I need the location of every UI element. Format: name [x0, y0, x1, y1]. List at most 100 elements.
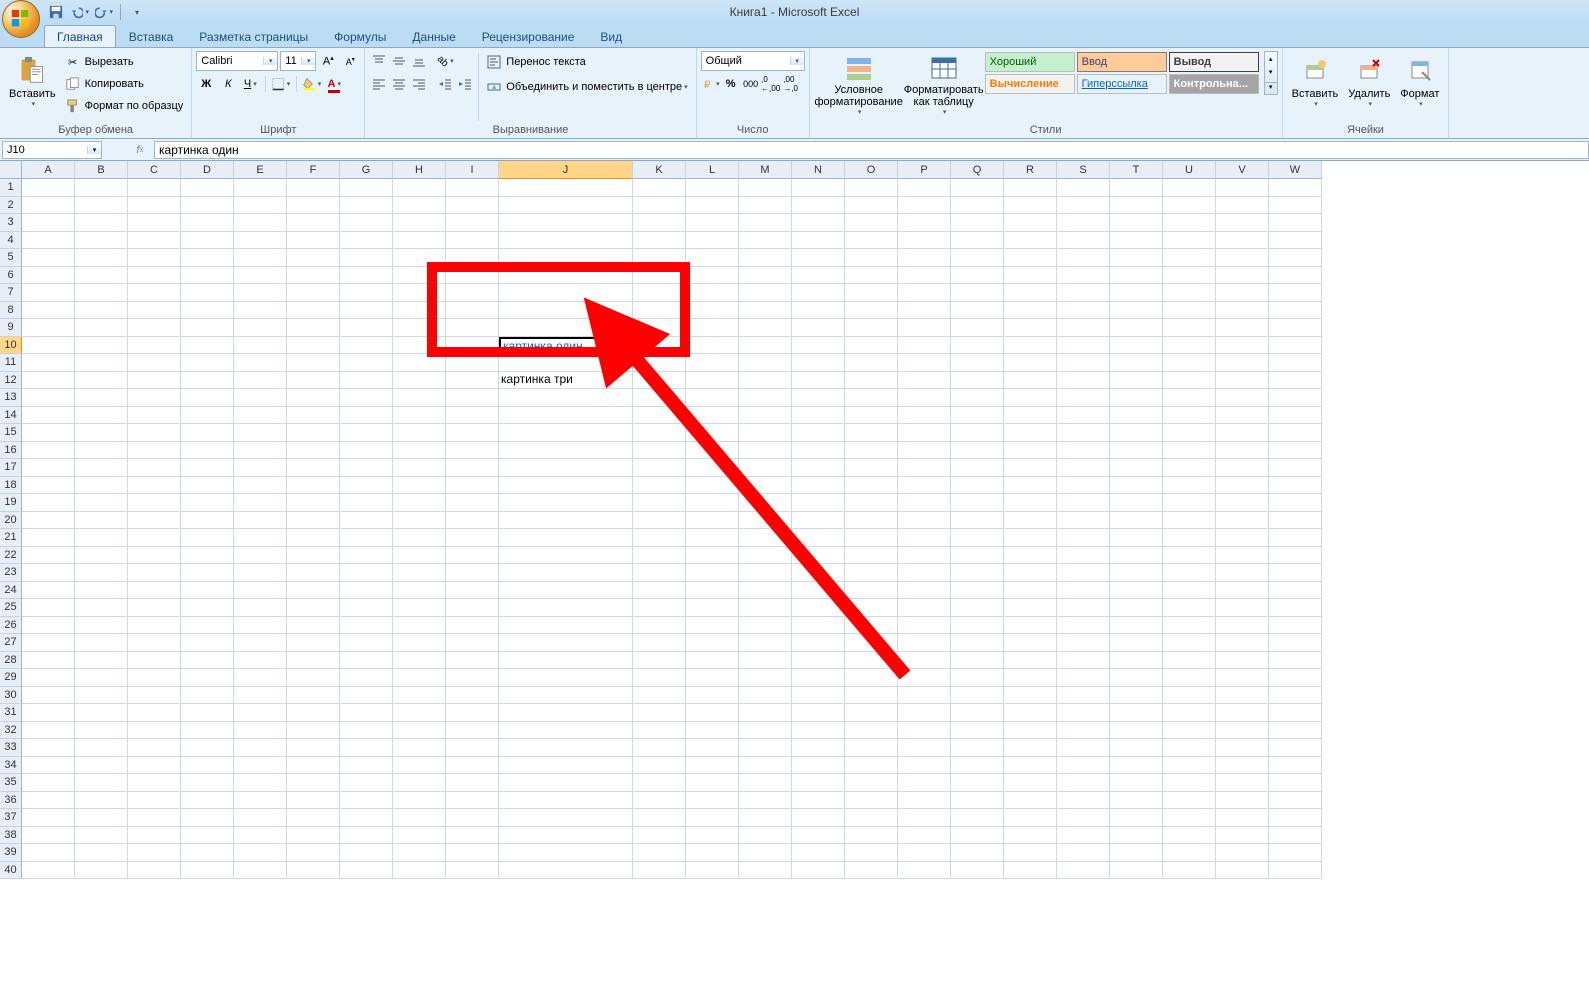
- cell-U23[interactable]: [1163, 564, 1216, 582]
- cell-R38[interactable]: [1004, 827, 1057, 845]
- cell-D8[interactable]: [181, 302, 234, 320]
- cell-P3[interactable]: [898, 214, 951, 232]
- cell-W30[interactable]: [1269, 687, 1322, 705]
- col-header-L[interactable]: L: [686, 161, 739, 179]
- cell-J29[interactable]: [499, 669, 633, 687]
- cell-S30[interactable]: [1057, 687, 1110, 705]
- cell-Q28[interactable]: [951, 652, 1004, 670]
- row-header-5[interactable]: 5: [0, 249, 22, 267]
- cell-Q29[interactable]: [951, 669, 1004, 687]
- cell-Q3[interactable]: [951, 214, 1004, 232]
- cell-A1[interactable]: [22, 179, 75, 197]
- cell-S22[interactable]: [1057, 547, 1110, 565]
- cell-W31[interactable]: [1269, 704, 1322, 722]
- cell-T15[interactable]: [1110, 424, 1163, 442]
- cell-A2[interactable]: [22, 197, 75, 215]
- cell-I22[interactable]: [446, 547, 499, 565]
- italic-button[interactable]: К: [218, 74, 238, 94]
- cell-B19[interactable]: [75, 494, 128, 512]
- cell-I14[interactable]: [446, 407, 499, 425]
- cell-S1[interactable]: [1057, 179, 1110, 197]
- cell-E21[interactable]: [234, 529, 287, 547]
- cell-T3[interactable]: [1110, 214, 1163, 232]
- cell-D15[interactable]: [181, 424, 234, 442]
- cell-L6[interactable]: [686, 267, 739, 285]
- cell-O1[interactable]: [845, 179, 898, 197]
- cell-G29[interactable]: [340, 669, 393, 687]
- cell-B11[interactable]: [75, 354, 128, 372]
- currency-button[interactable]: ₽▾: [701, 74, 721, 94]
- cell-W6[interactable]: [1269, 267, 1322, 285]
- cell-B26[interactable]: [75, 617, 128, 635]
- cell-Q31[interactable]: [951, 704, 1004, 722]
- cell-G2[interactable]: [340, 197, 393, 215]
- cell-T37[interactable]: [1110, 809, 1163, 827]
- cell-N5[interactable]: [792, 249, 845, 267]
- cell-C29[interactable]: [128, 669, 181, 687]
- cell-T13[interactable]: [1110, 389, 1163, 407]
- cell-E8[interactable]: [234, 302, 287, 320]
- cell-O32[interactable]: [845, 722, 898, 740]
- format-painter-button[interactable]: Формат по образцу: [61, 95, 188, 117]
- row-header-8[interactable]: 8: [0, 302, 22, 320]
- cell-L26[interactable]: [686, 617, 739, 635]
- cell-U25[interactable]: [1163, 599, 1216, 617]
- cell-F9[interactable]: [287, 319, 340, 337]
- cell-E19[interactable]: [234, 494, 287, 512]
- cell-S24[interactable]: [1057, 582, 1110, 600]
- name-box[interactable]: J10▾: [2, 141, 102, 159]
- cell-P23[interactable]: [898, 564, 951, 582]
- cell-T8[interactable]: [1110, 302, 1163, 320]
- cell-D30[interactable]: [181, 687, 234, 705]
- fill-color-button[interactable]: ▾: [302, 74, 322, 94]
- cell-E16[interactable]: [234, 442, 287, 460]
- cell-K33[interactable]: [633, 739, 686, 757]
- cell-E2[interactable]: [234, 197, 287, 215]
- cell-L23[interactable]: [686, 564, 739, 582]
- cell-V18[interactable]: [1216, 477, 1269, 495]
- cell-D22[interactable]: [181, 547, 234, 565]
- cell-A5[interactable]: [22, 249, 75, 267]
- cell-W12[interactable]: [1269, 372, 1322, 390]
- cell-N3[interactable]: [792, 214, 845, 232]
- cell-B31[interactable]: [75, 704, 128, 722]
- cell-O31[interactable]: [845, 704, 898, 722]
- cell-U6[interactable]: [1163, 267, 1216, 285]
- cell-J24[interactable]: [499, 582, 633, 600]
- cell-R21[interactable]: [1004, 529, 1057, 547]
- cell-W3[interactable]: [1269, 214, 1322, 232]
- cell-H21[interactable]: [393, 529, 446, 547]
- cell-H10[interactable]: [393, 337, 446, 355]
- cell-Q34[interactable]: [951, 757, 1004, 775]
- cell-F15[interactable]: [287, 424, 340, 442]
- cell-V19[interactable]: [1216, 494, 1269, 512]
- cell-J20[interactable]: [499, 512, 633, 530]
- cell-D4[interactable]: [181, 232, 234, 250]
- cell-C35[interactable]: [128, 774, 181, 792]
- cell-S3[interactable]: [1057, 214, 1110, 232]
- cell-R17[interactable]: [1004, 459, 1057, 477]
- cell-E37[interactable]: [234, 809, 287, 827]
- cell-L39[interactable]: [686, 844, 739, 862]
- cell-F40[interactable]: [287, 862, 340, 880]
- cell-Q8[interactable]: [951, 302, 1004, 320]
- cell-V15[interactable]: [1216, 424, 1269, 442]
- cell-S28[interactable]: [1057, 652, 1110, 670]
- align-middle-button[interactable]: [389, 51, 409, 71]
- cell-W8[interactable]: [1269, 302, 1322, 320]
- cell-I13[interactable]: [446, 389, 499, 407]
- cell-P40[interactable]: [898, 862, 951, 880]
- cell-T11[interactable]: [1110, 354, 1163, 372]
- cell-V14[interactable]: [1216, 407, 1269, 425]
- cell-N21[interactable]: [792, 529, 845, 547]
- cell-I27[interactable]: [446, 634, 499, 652]
- cell-H17[interactable]: [393, 459, 446, 477]
- cell-U37[interactable]: [1163, 809, 1216, 827]
- cell-H16[interactable]: [393, 442, 446, 460]
- row-header-18[interactable]: 18: [0, 477, 22, 495]
- cell-V30[interactable]: [1216, 687, 1269, 705]
- cell-K39[interactable]: [633, 844, 686, 862]
- cell-I5[interactable]: [446, 249, 499, 267]
- cell-H32[interactable]: [393, 722, 446, 740]
- cell-R23[interactable]: [1004, 564, 1057, 582]
